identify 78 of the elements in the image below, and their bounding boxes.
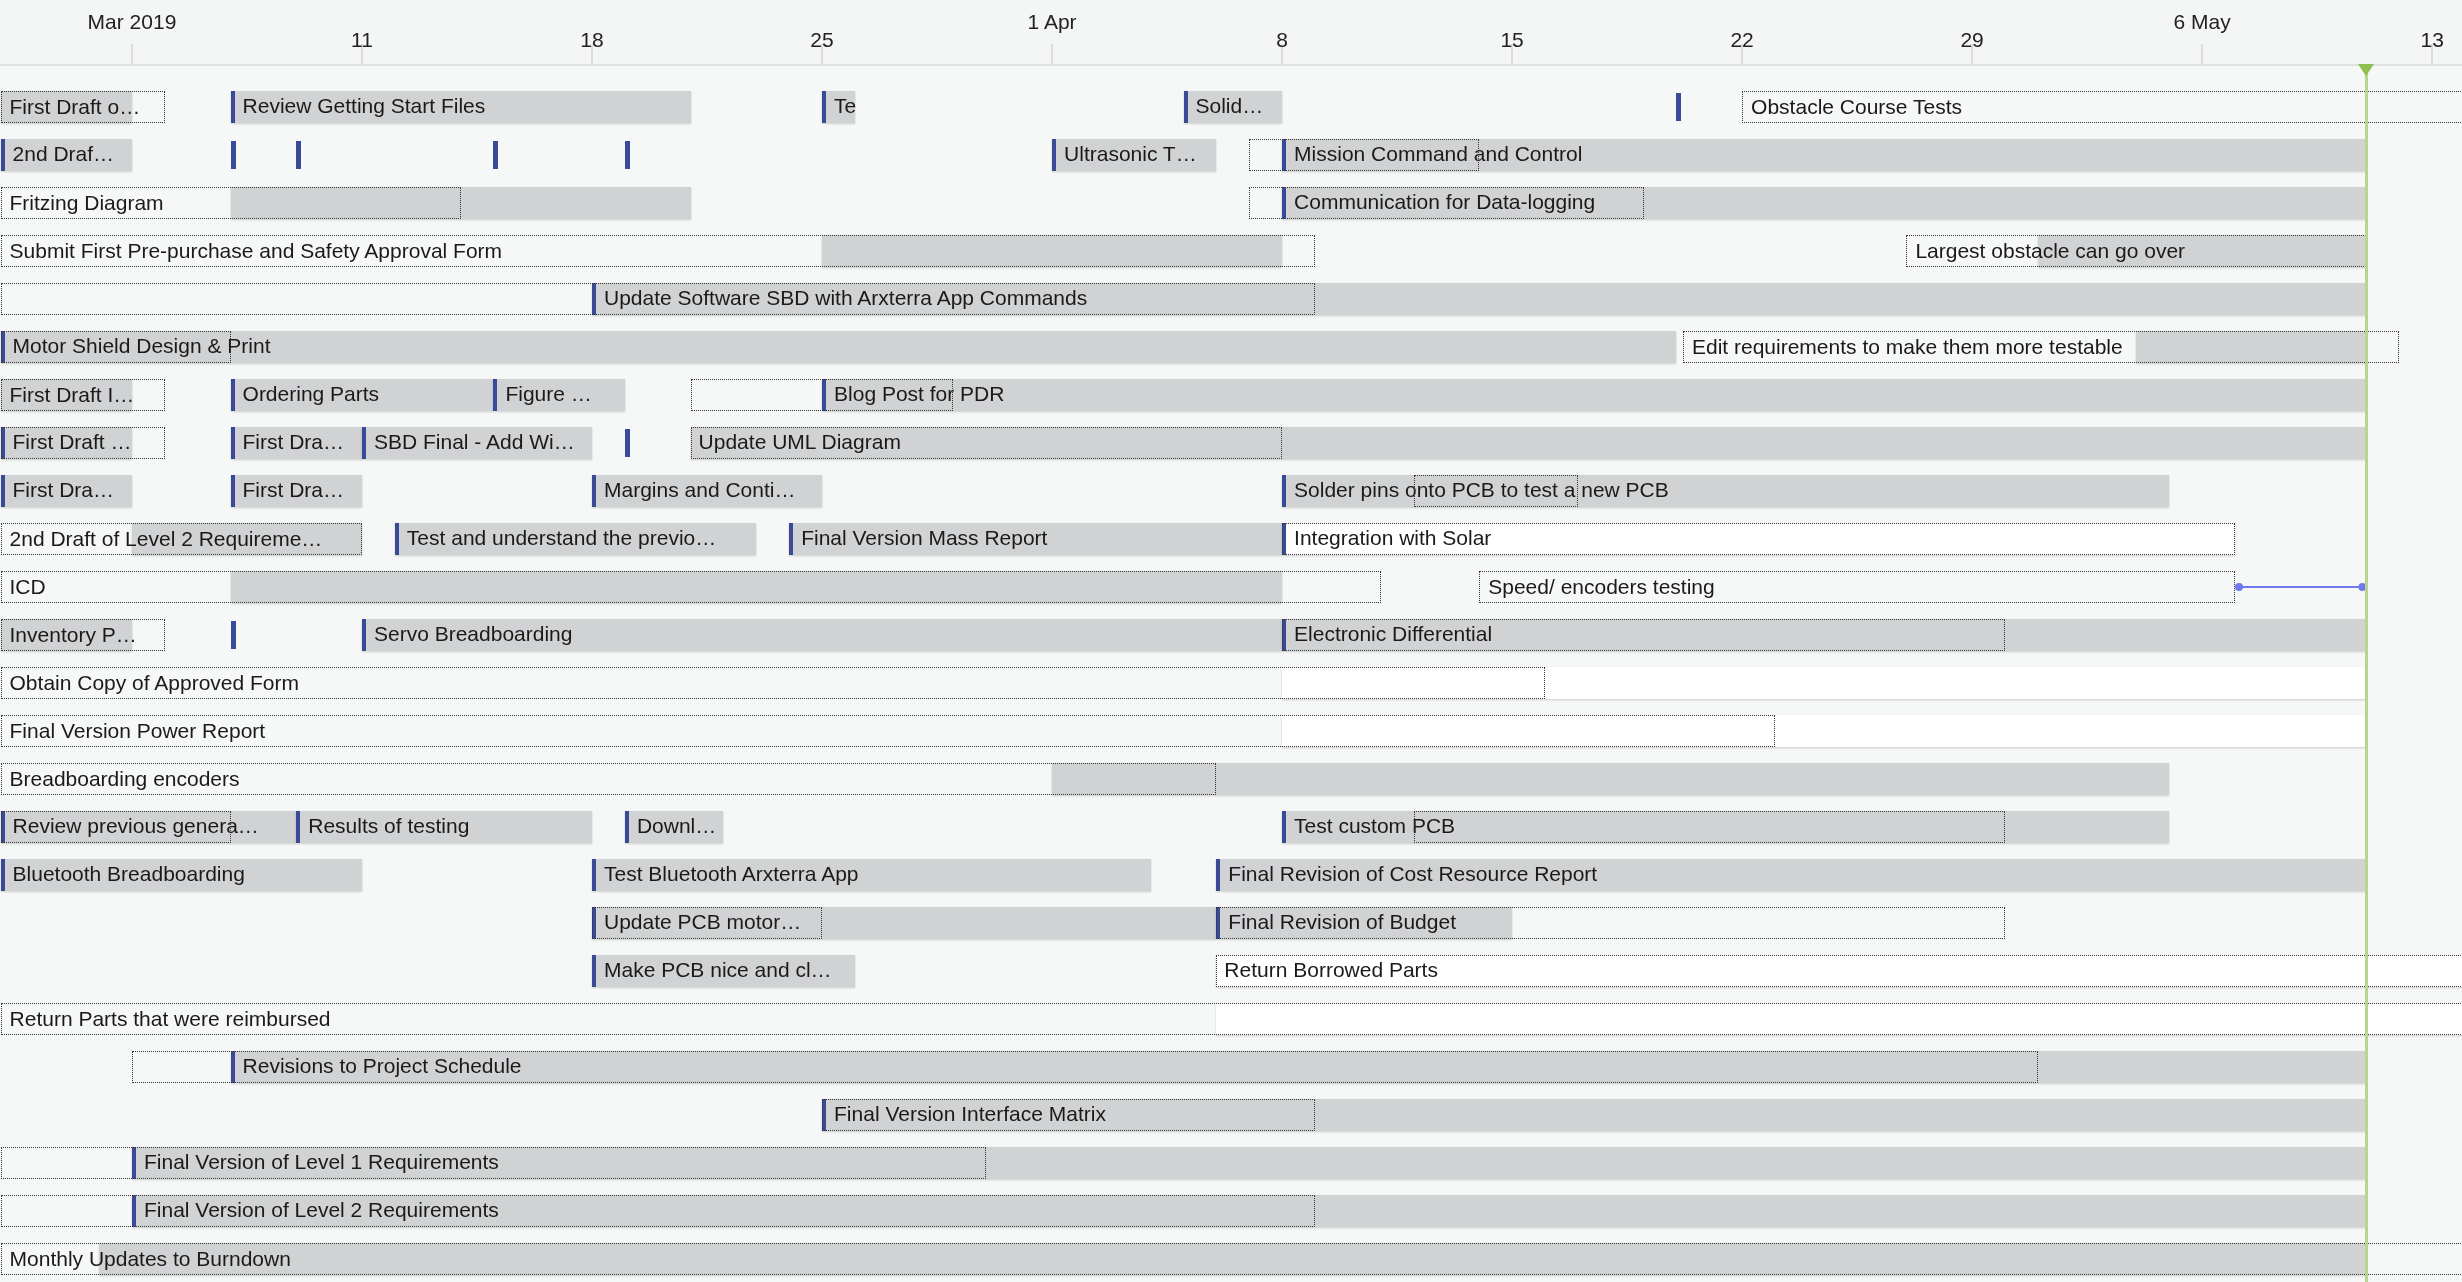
planned-outline[interactable]: Obtain Copy of Approved Form: [0, 667, 1545, 699]
planned-outline[interactable]: First Draft o…: [0, 91, 165, 123]
milestone-marker[interactable]: [493, 141, 499, 169]
task-bar[interactable]: Electronic Differential: [1282, 619, 2367, 651]
milestone-marker[interactable]: [624, 141, 630, 169]
task-bar[interactable]: Final Version of Level 2 Requirements: [131, 1195, 2367, 1227]
milestone-marker[interactable]: [1676, 93, 1682, 121]
axis-label: 11: [351, 27, 373, 53]
task-bar[interactable]: Blog Post for PDR: [822, 379, 2367, 411]
task-bar[interactable]: Servo Breadboarding: [362, 619, 1283, 651]
task-bar[interactable]: Ultrasonic T…: [1052, 139, 1217, 171]
task-bar[interactable]: Margins and Conti…: [592, 475, 823, 507]
task-bar[interactable]: Final Version Mass Report: [789, 523, 1283, 555]
axis-label: Mar 2019: [87, 9, 177, 35]
task-bar[interactable]: Solder pins onto PCB to test a new PCB: [1282, 475, 2170, 507]
task-bar[interactable]: Final Revision of Budget: [1216, 907, 1513, 939]
axis-label: 1 Apr: [1027, 9, 1077, 35]
planned-outline[interactable]: Fritzing Diagram: [0, 187, 461, 219]
task-bar[interactable]: Mission Command and Control: [1282, 139, 2367, 171]
task-bar[interactable]: Solid…: [1183, 91, 1283, 123]
milestone-marker[interactable]: [296, 141, 302, 169]
task-bar[interactable]: Figure …: [493, 379, 625, 411]
planned-outline[interactable]: Submit First Pre-purchase and Safety Approval Form: [0, 235, 1315, 267]
task-bar[interactable]: First Dra…: [230, 475, 362, 507]
milestone-marker[interactable]: [230, 621, 236, 649]
task-bar[interactable]: First Draft …: [0, 427, 132, 459]
task-bar[interactable]: Bluetooth Breadboarding: [0, 859, 362, 891]
axis-label: 22: [1730, 27, 1754, 53]
planned-outline[interactable]: First Draft I…: [0, 379, 165, 411]
planned-outline[interactable]: Final Version Power Report: [0, 715, 1775, 747]
milestone-marker[interactable]: [230, 141, 236, 169]
task-bar[interactable]: Motor Shield Design & Print: [0, 331, 1677, 363]
task-bar[interactable]: Make PCB nice and cl…: [592, 955, 855, 987]
task-bar[interactable]: Test custom PCB: [1282, 811, 2170, 843]
planned-outline[interactable]: Speed/ encoders testing: [1479, 571, 2235, 603]
task-bar[interactable]: Downl…: [624, 811, 724, 843]
task-bar[interactable]: SBD Final - Add Wi…: [362, 427, 592, 459]
task-bar[interactable]: [1216, 1003, 2462, 1035]
planned-outline[interactable]: Breadboarding encoders: [0, 763, 1217, 795]
task-bar[interactable]: Communication for Data-logging: [1282, 187, 2367, 219]
task-bar[interactable]: Ordering Parts: [230, 379, 494, 411]
axis-label: 13: [2420, 27, 2444, 53]
axis-label: 25: [810, 27, 834, 53]
task-bar[interactable]: [0, 619, 132, 651]
task-bar[interactable]: [0, 379, 132, 411]
task-bar[interactable]: Test and understand the previo…: [394, 523, 757, 555]
axis-label: 8: [1276, 27, 1288, 53]
task-bar[interactable]: Review previous genera…: [0, 811, 297, 843]
task-bar[interactable]: First Dra…: [0, 475, 132, 507]
planned-outline[interactable]: Return Parts that were reimbursed: [0, 1003, 2462, 1035]
task-bar[interactable]: Final Version of Level 1 Requirements: [131, 1147, 2367, 1179]
task-bar[interactable]: First Dra…: [230, 427, 362, 459]
axis-label: 15: [1500, 27, 1524, 53]
task-bar[interactable]: Update Software SBD with Arxterra App Commands: [592, 283, 2367, 315]
milestone-marker[interactable]: [624, 429, 630, 457]
task-bar[interactable]: Te: [822, 91, 855, 123]
task-bar[interactable]: Update PCB motor…: [592, 907, 1217, 939]
task-bar[interactable]: Final Version Interface Matrix: [822, 1099, 2367, 1131]
task-bar[interactable]: Revisions to Project Schedule: [230, 1051, 2367, 1083]
task-bar[interactable]: Test Bluetooth Arxterra App: [592, 859, 1151, 891]
planned-outline[interactable]: ICD: [0, 571, 1381, 603]
planned-outline[interactable]: Inventory P…: [0, 619, 165, 651]
axis-label: 29: [1960, 27, 1984, 53]
planned-outline[interactable]: Monthly Updates to Burndown: [0, 1243, 2462, 1275]
task-bar[interactable]: [2136, 331, 2367, 363]
planned-outline[interactable]: 2nd Draft of Level 2 Requireme…: [0, 523, 362, 555]
task-bar[interactable]: Update UML Diagram: [690, 427, 2367, 459]
task-bar[interactable]: Return Borrowed Parts: [1216, 955, 2462, 987]
task-bar[interactable]: Final Revision of Cost Resource Report: [1216, 859, 2367, 891]
today-marker-icon: [2358, 64, 2375, 76]
task-bar[interactable]: Integration with Solar: [1282, 523, 2235, 555]
task-bar[interactable]: [230, 571, 1283, 603]
axis-label: 18: [580, 27, 604, 53]
task-bar[interactable]: [822, 235, 1283, 267]
task-bar[interactable]: Review Getting Start Files: [230, 91, 691, 123]
task-bar[interactable]: Results of testing: [296, 811, 592, 843]
axis-label: 6 May: [2173, 9, 2231, 35]
task-bar[interactable]: 2nd Draf…: [0, 139, 132, 171]
